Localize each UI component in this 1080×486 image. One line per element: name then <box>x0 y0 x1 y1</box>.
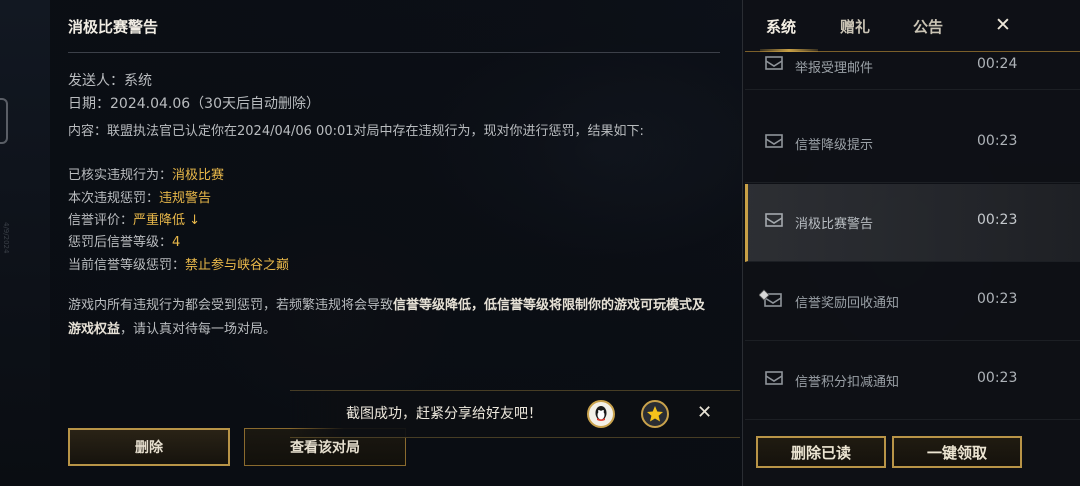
violation-value: 消极比赛 <box>172 168 225 183</box>
violation-value: 禁止参与峡谷之巅 <box>185 258 290 273</box>
violation-value: 严重降低 ↓ <box>133 213 201 228</box>
delete-button[interactable]: 删除 <box>68 428 230 466</box>
paragraph-text: 游戏内所有违规行为都会受到惩罚，若频繁违规将会导致 <box>68 298 394 313</box>
list-item[interactable]: 举报受理邮件 00:24 <box>745 26 1080 90</box>
mail-time: 00:23 <box>977 212 1018 228</box>
violation-label: 惩罚后信誉等级： <box>68 235 173 250</box>
qzone-star-icon[interactable] <box>641 400 669 428</box>
violation-value: 违规警告 <box>159 191 212 206</box>
mail-subject: 信誉奖励回收通知 <box>795 296 900 311</box>
mail-subject: 举报受理邮件 <box>795 61 874 76</box>
sender-line: 发送人：系统 <box>68 73 152 89</box>
mail-time: 00:24 <box>977 56 1018 72</box>
list-item[interactable]: 信誉降级提示 00:23 <box>745 105 1080 183</box>
mail-subject: 信誉降级提示 <box>795 138 874 153</box>
claim-all-button[interactable]: 一键领取 <box>892 436 1022 468</box>
violation-label: 本次违规惩罚： <box>68 191 160 206</box>
content-line: 内容：联盟执法官已认定你在2024/04/06 00:01对局中存在违规行为，现… <box>68 124 644 139</box>
mail-attachment-icon <box>759 289 782 307</box>
mail-time: 00:23 <box>977 133 1018 149</box>
list-item-selected[interactable]: 消极比赛警告 00:23 <box>745 184 1080 262</box>
left-edge-tab[interactable] <box>0 98 8 144</box>
paragraph-text-end: ，请认真对待每一场对局。 <box>120 322 277 337</box>
mail-subject: 消极比赛警告 <box>795 217 874 232</box>
date-note: （30天后自动删除） <box>190 96 320 112</box>
toast-close-icon[interactable]: ✕ <box>697 402 712 423</box>
mail-open-icon <box>765 56 783 70</box>
mail-title: 消极比赛警告 <box>68 18 159 36</box>
violation-value: 4 <box>172 235 181 250</box>
title-divider <box>68 52 720 53</box>
list-item[interactable]: 信誉积分扣减通知 00:23 <box>745 342 1080 420</box>
violation-row: 惩罚后信誉等级：4 <box>68 231 180 250</box>
violation-label: 当前信誉等级惩罚： <box>68 258 186 273</box>
violation-label: 信誉评价： <box>68 213 134 228</box>
penalty-paragraph: 游戏内所有违规行为都会受到惩罚，若频繁违规将会导致信誉等级降低，低信誉等级将限制… <box>68 294 718 342</box>
date-line: 日期：2024.04.06（30天后自动删除） <box>68 93 320 113</box>
side-watermark: 4/9/2024 <box>2 222 10 254</box>
toast-text: 截图成功，赶紧分享给好友吧！ <box>346 406 542 422</box>
date-value: 2024.04.06 <box>110 96 191 112</box>
delete-read-button[interactable]: 删除已读 <box>756 436 886 468</box>
mail-open-icon <box>765 213 783 227</box>
list-item[interactable]: 信誉奖励回收通知 00:23 <box>745 263 1080 341</box>
violation-row: 本次违规惩罚：违规警告 <box>68 187 211 206</box>
date-label: 日期： <box>68 96 110 112</box>
violation-row: 已核实违规行为：消极比赛 <box>68 164 224 183</box>
violation-label: 已核实违规行为： <box>68 168 173 183</box>
mail-open-icon <box>765 134 783 148</box>
violation-row: 信誉评价：严重降低 ↓ <box>68 209 200 228</box>
mail-open-icon <box>765 371 783 385</box>
mail-time: 00:23 <box>977 291 1018 307</box>
mail-subject: 信誉积分扣减通知 <box>795 375 900 390</box>
mail-time: 00:23 <box>977 370 1018 386</box>
violation-row: 当前信誉等级惩罚：禁止参与峡谷之巅 <box>68 254 289 273</box>
qq-icon[interactable] <box>587 400 615 428</box>
